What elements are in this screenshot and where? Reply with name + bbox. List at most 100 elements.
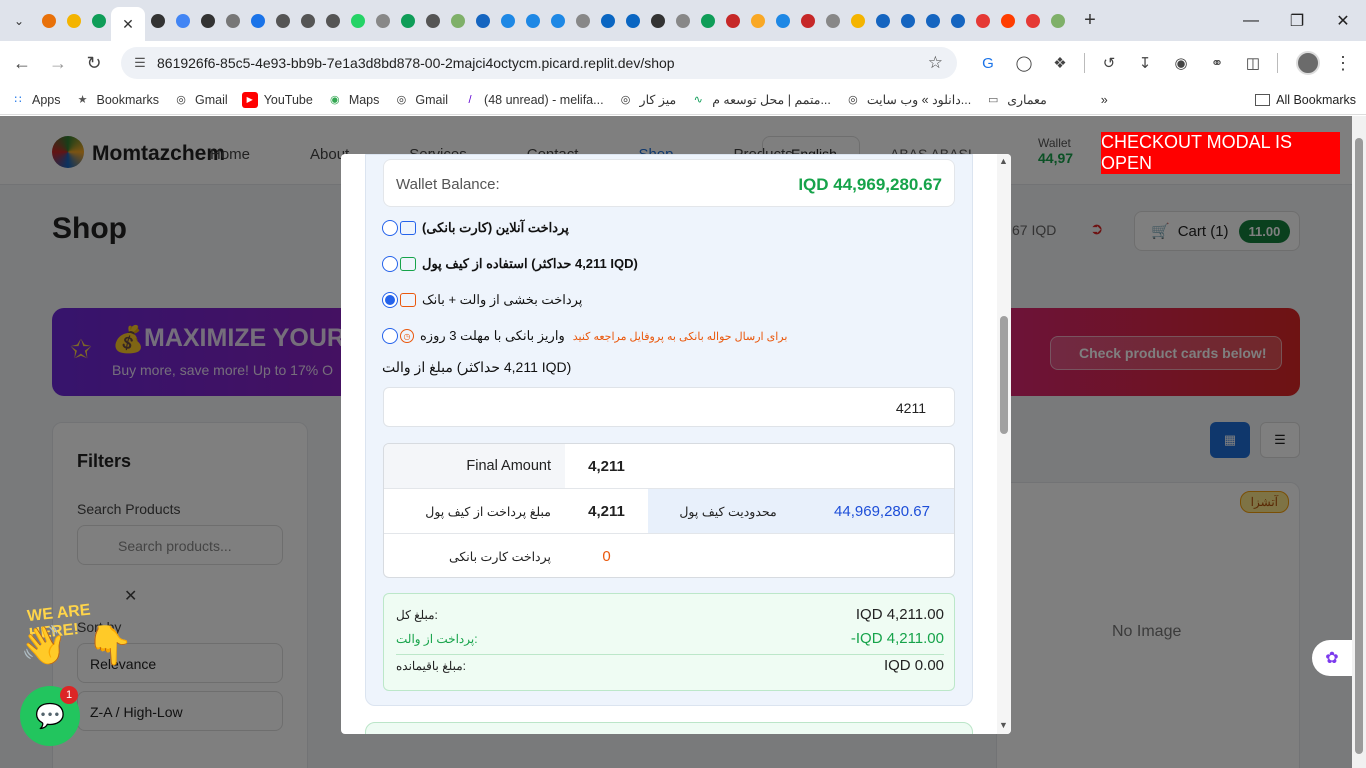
browser-tab[interactable] [395,6,420,36]
browser-tab[interactable] [495,6,520,36]
shield-extension-icon[interactable]: ◯ [1006,49,1042,77]
browser-tab[interactable] [770,6,795,36]
radio-online[interactable] [382,220,398,236]
reload-button[interactable]: ↻ [76,45,112,81]
forward-button[interactable]: → [40,45,76,81]
link-icon[interactable]: ⚭ [1199,49,1235,77]
modal-scrollbar[interactable]: ▲ ▼ [997,154,1011,734]
site-info-icon[interactable]: ☰ [125,55,155,71]
summary-wallet-label: پرداخت از والت: [396,632,478,646]
browser-tab[interactable] [270,6,295,36]
page-scrollbar[interactable] [1352,116,1366,768]
radio-wallet[interactable] [382,256,398,272]
final-amount-value: 4,211 [565,444,648,488]
toolbar-actions: G ◯ ❖ ↺ ↧ ◉ ⚭ ◫ ⋮ [970,49,1358,77]
payment-option-bank-transfer[interactable]: ◷ واریز بانکی با مهلت 3 روزه برای ارسال … [382,325,787,347]
tab-favicon-icon [41,13,56,28]
browser-tab[interactable] [345,6,370,36]
browser-tab[interactable] [445,6,470,36]
bookmark-item[interactable]: ◎ دانلود » وب سایت... [845,92,971,108]
browser-tab[interactable] [220,6,245,36]
browser-tab[interactable] [620,6,645,36]
bookmark-item[interactable]: ◎ میز کار [618,92,676,108]
browser-tab[interactable] [545,6,570,36]
radio-partial-selected[interactable] [382,292,398,308]
browser-tab[interactable] [670,6,695,36]
bookmark-star-icon[interactable]: ☆ [928,53,943,73]
minimize-button[interactable]: — [1228,0,1274,41]
browser-tab[interactable] [795,6,820,36]
browser-tab[interactable] [320,6,345,36]
browser-tab[interactable] [245,6,270,36]
bookmark-item[interactable]: ∷ Apps [10,92,61,108]
bookmarks-overflow-icon[interactable]: » [1101,93,1108,107]
bookmark-item[interactable]: ◉ Maps [327,92,379,108]
browser-tab[interactable] [645,6,670,36]
browser-tab[interactable] [995,6,1020,36]
download-icon[interactable]: ↧ [1127,49,1163,77]
browser-tab[interactable] [370,6,395,36]
browser-tab[interactable] [870,6,895,36]
active-tab-close-icon[interactable]: ✕ [111,7,145,41]
browser-tab[interactable] [145,6,170,36]
chat-promo-widget[interactable]: WE ARE HERE! 👋 👇 [20,602,144,672]
payment-option-partial[interactable]: پرداخت بخشی از والت + بانک [382,289,582,311]
back-button[interactable]: ← [4,45,40,81]
sidepanel-icon[interactable]: ◫ [1235,49,1271,77]
bookmark-item[interactable]: ◎ Gmail [393,92,448,108]
payment-option-label: پرداخت آنلاین (کارت بانکی) [422,220,569,235]
browser-tab[interactable] [945,6,970,36]
bookmark-item[interactable]: / (48 unread) - melifa... [462,92,604,108]
browser-tab[interactable] [1045,6,1070,36]
browser-tab[interactable] [420,6,445,36]
browser-tab[interactable] [61,6,86,36]
payment-option-online[interactable]: پرداخت آنلاین (کارت بانکی) [382,217,569,239]
browser-tab[interactable] [36,6,61,36]
history-icon[interactable]: ↺ [1091,49,1127,77]
bookmark-item[interactable]: ★ Bookmarks [75,92,159,108]
browser-tab[interactable] [595,6,620,36]
profile-avatar[interactable] [1296,51,1320,75]
browser-tab[interactable] [470,6,495,36]
tab-search-dropdown[interactable]: ⌄ [6,8,32,34]
wallet-amount-input[interactable]: 4211 [383,387,955,427]
address-bar[interactable]: ☰ 861926f6-85c5-4e93-bb9b-7e1a3d8bd878-0… [121,47,957,79]
tab-favicon-icon [625,13,640,28]
browser-tab[interactable] [86,6,111,36]
browser-tab[interactable] [195,6,220,36]
scroll-up-arrow-icon[interactable]: ▲ [999,156,1008,166]
browser-tab[interactable] [845,6,870,36]
extensions-puzzle-icon[interactable]: ❖ [1042,49,1078,77]
wallet-pay-value: 4,211 [588,502,625,520]
bookmark-item[interactable]: ▶ YouTube [241,91,313,108]
browser-tab[interactable] [820,6,845,36]
screenshot-icon[interactable]: ◉ [1163,49,1199,77]
browser-tab[interactable] [295,6,320,36]
new-tab-button[interactable]: + [1076,7,1104,35]
payment-option-wallet[interactable]: استفاده از کیف پول (4,211 حداکثر IQD) [382,253,638,275]
browser-tab[interactable] [970,6,995,36]
browser-tab[interactable] [1020,6,1045,36]
bookmark-item[interactable]: ∿ متمم | محل توسعه م... [690,92,831,108]
browser-tab[interactable] [170,6,195,36]
browser-tab[interactable] [920,6,945,36]
browser-menu-icon[interactable]: ⋮ [1328,53,1358,74]
browser-tab[interactable] [745,6,770,36]
ai-assistant-button[interactable]: ✿ [1312,640,1352,676]
bookmark-item[interactable]: ◎ Gmail [173,92,227,108]
browser-tab[interactable] [520,6,545,36]
translate-icon[interactable]: G [970,49,1006,77]
maximize-button[interactable]: ❐ [1274,0,1320,41]
page-scrollbar-thumb[interactable] [1355,138,1363,754]
browser-tab[interactable] [895,6,920,36]
radio-bank-transfer[interactable] [382,328,398,344]
browser-tab[interactable] [695,6,720,36]
bookmark-item[interactable]: ▭ معماری [985,92,1047,108]
close-window-button[interactable]: ✕ [1320,0,1366,41]
browser-tab[interactable] [720,6,745,36]
modal-scrollbar-thumb[interactable] [1000,316,1008,434]
all-bookmarks-button[interactable]: All Bookmarks [1255,85,1356,115]
bookmark-label: YouTube [263,92,313,107]
browser-tab[interactable] [570,6,595,36]
scroll-down-arrow-icon[interactable]: ▼ [999,720,1008,730]
